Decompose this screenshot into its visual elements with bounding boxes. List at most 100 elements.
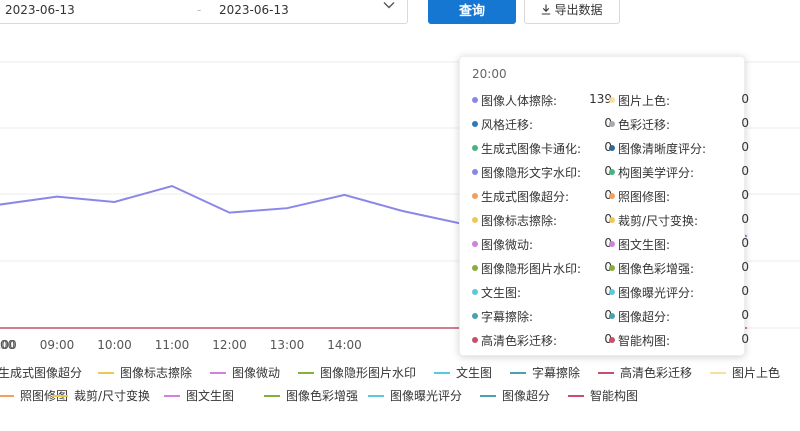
legend-label: 字幕擦除 [532,366,581,380]
tooltip-dot [472,121,478,127]
tooltip-row: 图片上色: 0 [609,91,749,111]
tooltip-dot [472,241,478,247]
tooltip-row: 图像隐形图片水印:0 [472,259,612,279]
tooltip-series-value: 0 [741,260,749,274]
tooltip-series-value: 0 [741,308,749,322]
x-tick-label: 14:00 [327,338,362,352]
tooltip-row: 裁剪/尺寸变换: 0 [609,211,749,231]
tooltip-dot [609,145,615,151]
legend-swatch [98,371,114,374]
tooltip-series-name: 生成式图像卡通化: [481,142,582,156]
legend-item[interactable]: 图像曝光评分 [368,387,462,404]
tooltip-series-name: 图像隐形图片水印: [481,262,582,276]
tooltip-time: 20:00 [472,67,507,81]
x-tick-label: 08:00 [0,338,17,352]
tooltip-row: 图像标志擦除:0 [472,211,612,231]
tooltip-series-name: 构图美学评分: [618,166,695,180]
legend-item[interactable]: 字幕擦除 [510,364,580,381]
tooltip-series-value: 0 [741,212,749,226]
legend-item[interactable]: 图像微动 [210,364,280,381]
legend-item[interactable]: 图片上色 [710,364,780,381]
tooltip-dot [609,193,615,199]
legend-item[interactable]: 图像标志擦除 [98,364,192,381]
legend-swatch [568,394,584,397]
tooltip-row: 图文生图: 0 [609,235,749,255]
tooltip-row: 智能构图: 0 [609,331,749,351]
tooltip-dot [472,193,478,199]
tooltip-dot [472,265,478,271]
tooltip-row: 图像微动:0 [472,235,612,255]
date-start-value[interactable]: 2023-06-13 [5,3,75,17]
legend-swatch [298,371,314,374]
tooltip-row: 图像曝光评分: 0 [609,283,749,303]
tooltip-series-name: 风格迁移: [481,118,534,132]
legend-swatch [210,371,226,374]
x-tick-label: 12:00 [212,338,247,352]
x-tick-label: 10:00 [97,338,132,352]
tooltip-row: 图像超分: 0 [609,307,749,327]
tooltip-series-value: 0 [741,92,749,106]
legend-row-1: 生成式图像超分 图像标志擦除 图像微动 图像隐形图片水印 文生图 字幕擦除 高清色彩迁移 图片… [0,364,800,382]
legend-swatch [0,394,14,397]
legend-item[interactable]: 图文生图 [164,387,234,404]
legend-label: 生成式图像超分 [0,366,83,380]
export-data-button[interactable]: 导出数据 [524,0,620,24]
tooltip-row: 图像清晰度评分: 0 [609,139,749,159]
tooltip-dot [609,313,615,319]
tooltip-series-name: 文生图: [481,286,522,300]
legend-label: 图像曝光评分 [390,389,463,403]
tooltip-row: 图像色彩增强: 0 [609,259,749,279]
date-range-picker[interactable]: 2023-06-13 - 2023-06-13 [0,0,408,24]
tooltip-dot [609,265,615,271]
legend-label: 图像微动 [232,366,281,380]
legend-item[interactable]: 图像隐形图片水印 [298,364,416,381]
download-icon [542,4,551,15]
legend-row-2: 照图修图 裁剪/尺寸变换 图文生图 图像色彩增强 图像曝光评分 图像超分 智能构图 [0,387,800,405]
tooltip-dot [609,337,615,343]
tooltip-dot [609,169,615,175]
tooltip-dot [472,217,478,223]
legend-item[interactable]: 生成式图像超分 [0,364,82,381]
export-data-label: 导出数据 [554,2,603,17]
tooltip-row: 字幕擦除:0 [472,307,612,327]
legend-item[interactable]: 智能构图 [568,387,638,404]
query-button[interactable]: 查询 [428,0,516,24]
tooltip-series-name: 图像人体擦除: [481,94,558,108]
legend-item[interactable]: 图像色彩增强 [264,387,358,404]
legend-swatch [710,371,726,374]
tooltip-series-value: 0 [741,188,749,202]
legend-label: 图文生图 [186,389,235,403]
tooltip-dot [609,241,615,247]
tooltip-dot [609,217,615,223]
tooltip-dot [472,289,478,295]
legend-label: 图像标志擦除 [120,366,193,380]
tooltip-row: 生成式图像超分:0 [472,187,612,207]
date-end-value[interactable]: 2023-06-13 [219,3,289,17]
legend-item[interactable]: 高清色彩迁移 [598,364,692,381]
x-tick-label: 13:00 [270,338,305,352]
legend-swatch [434,371,450,374]
tooltip-dot [609,121,615,127]
legend-swatch [368,394,384,397]
tooltip-row: 照图修图: 0 [609,187,749,207]
tooltip-series-value: 0 [741,332,749,346]
legend-item[interactable]: 图像超分 [480,387,550,404]
tooltip-series-name: 色彩迁移: [618,118,671,132]
tooltip-series-value: 0 [741,140,749,154]
chevron-down-icon[interactable] [382,0,396,12]
tooltip-series-name: 图像标志擦除: [481,214,558,228]
tooltip-series-name: 图文生图: [618,238,671,252]
legend-item[interactable]: 裁剪/尺寸变换 [52,387,150,404]
legend-swatch [264,394,280,397]
tooltip-row: 风格迁移:0 [472,115,612,135]
legend-item[interactable]: 文生图 [434,364,492,381]
tooltip-row: 图像隐形文字水印:0 [472,163,612,183]
legend-label: 裁剪/尺寸变换 [74,389,151,403]
tooltip-series-name: 图像超分: [618,310,671,324]
tooltip-series-value: 0 [741,284,749,298]
tooltip-dot [472,313,478,319]
legend-label: 文生图 [456,366,493,380]
tooltip-series-name: 高清色彩迁移: [481,334,558,348]
legend-swatch [598,371,614,374]
tooltip-series-name: 图像曝光评分: [618,286,695,300]
